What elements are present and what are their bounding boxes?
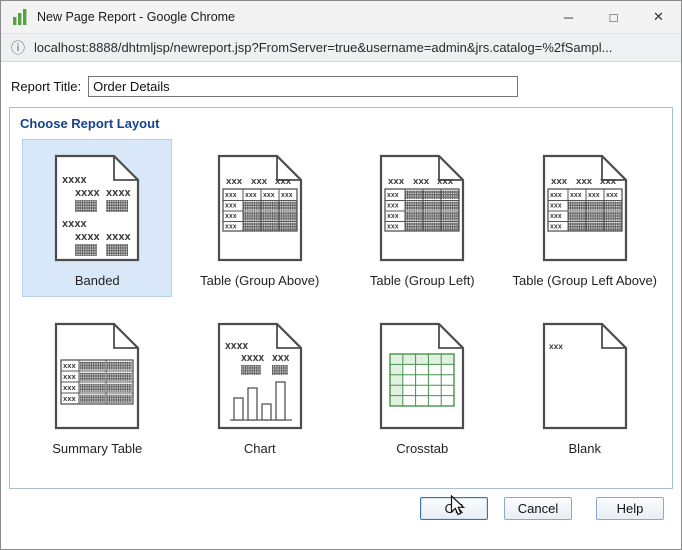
svg-text:XXX: XXX bbox=[63, 397, 76, 403]
blank-layout-icon: XXX bbox=[539, 320, 631, 432]
address-bar: ⓘ localhost:8888/dhtmljsp/newreport.jsp?… bbox=[1, 34, 681, 62]
help-button[interactable]: Help bbox=[596, 497, 664, 520]
svg-text:XXXX: XXXX bbox=[75, 189, 101, 198]
layout-group-legend: Choose Report Layout bbox=[20, 116, 666, 131]
svg-text:XXX: XXX bbox=[550, 214, 562, 220]
report-title-label: Report Title: bbox=[11, 79, 81, 94]
maximize-button[interactable]: □ bbox=[591, 1, 636, 33]
svg-text:XXX: XXX bbox=[275, 178, 292, 186]
report-title-input[interactable] bbox=[88, 76, 518, 97]
svg-text:XXX: XXX bbox=[225, 225, 237, 231]
layout-option-table-group-left[interactable]: XXX XXX XXX XXX XXX XXX XXX Table (Group Lef… bbox=[347, 139, 497, 297]
svg-text:XXX: XXX bbox=[387, 193, 399, 199]
crosstab-layout-icon bbox=[376, 320, 468, 432]
svg-text:XXX: XXX bbox=[281, 193, 293, 199]
close-button[interactable]: ✕ bbox=[636, 1, 681, 33]
svg-text:XXX: XXX bbox=[387, 214, 399, 220]
svg-text:XXX: XXX bbox=[272, 354, 290, 363]
layout-option-label: Summary Table bbox=[52, 441, 142, 456]
svg-text:XXX: XXX bbox=[225, 193, 237, 199]
svg-text:XXX: XXX bbox=[388, 178, 405, 186]
layout-option-table-group-above[interactable]: XXX XXX XXX XXX XXX XXX XXX XXX XXX XXX Table (… bbox=[185, 139, 335, 297]
page-url: localhost:8888/dhtmljsp/newreport.jsp?Fr… bbox=[34, 40, 612, 55]
layout-option-blank[interactable]: XXX Blank bbox=[510, 307, 660, 465]
svg-text:XXX: XXX bbox=[251, 178, 268, 186]
table-group-left-above-layout-icon: XXX XXX XXX XXX XXX XXX XXX XXX XXX XXX bbox=[539, 152, 631, 264]
layout-options-grid: XXXX XXXX XXXX XXXX XXXX XXXX Banded bbox=[16, 139, 666, 465]
banded-layout-icon: XXXX XXXX XXXX XXXX XXXX XXXX bbox=[51, 152, 143, 264]
svg-text:XXX: XXX bbox=[549, 344, 563, 351]
layout-option-summary-table[interactable]: XXX XXX XXX XXX Summary Table bbox=[22, 307, 172, 465]
layout-option-banded[interactable]: XXXX XXXX XXXX XXXX XXXX XXXX Banded bbox=[22, 139, 172, 297]
layout-option-label: Table (Group Left Above) bbox=[512, 273, 657, 288]
svg-text:XXXX: XXXX bbox=[75, 233, 101, 242]
dialog-buttons: OK Cancel Help bbox=[9, 497, 673, 520]
layout-option-table-group-left-above[interactable]: XXX XXX XXX XXX XXX XXX XXX XXX XXX XXX Table (… bbox=[510, 139, 660, 297]
svg-text:XXX: XXX bbox=[387, 225, 399, 231]
cancel-button[interactable]: Cancel bbox=[504, 497, 572, 520]
svg-text:XXX: XXX bbox=[551, 178, 568, 186]
svg-text:XXX: XXX bbox=[437, 178, 454, 186]
report-title-row: Report Title: bbox=[11, 76, 671, 97]
table-group-left-layout-icon: XXX XXX XXX XXX XXX XXX XXX bbox=[376, 152, 468, 264]
layout-option-chart[interactable]: XXXX XXXXXXX Chart bbox=[185, 307, 335, 465]
svg-text:XXXX: XXXX bbox=[106, 233, 132, 242]
svg-text:XXXX: XXXX bbox=[62, 220, 88, 229]
svg-text:XXX: XXX bbox=[588, 193, 600, 199]
dialog-content: Report Title: Choose Report Layout XXXX … bbox=[1, 62, 681, 520]
new-page-report-dialog: New Page Report - Google Chrome ─ □ ✕ ⓘ … bbox=[0, 0, 682, 550]
svg-text:XXX: XXX bbox=[63, 364, 76, 370]
svg-text:XXX: XXX bbox=[263, 193, 275, 199]
svg-text:XXX: XXX bbox=[226, 178, 243, 186]
layout-option-label: Table (Group Left) bbox=[370, 273, 475, 288]
svg-text:XXX: XXX bbox=[570, 193, 582, 199]
svg-text:XXX: XXX bbox=[387, 204, 399, 210]
svg-text:XXX: XXX bbox=[63, 375, 76, 381]
svg-text:XXX: XXX bbox=[600, 178, 617, 186]
svg-text:XXX: XXX bbox=[576, 178, 593, 186]
svg-text:XXX: XXX bbox=[413, 178, 430, 186]
minimize-button[interactable]: ─ bbox=[546, 1, 591, 33]
layout-option-crosstab[interactable]: Crosstab bbox=[347, 307, 497, 465]
svg-text:XXXX: XXXX bbox=[225, 342, 248, 351]
svg-text:XXX: XXX bbox=[245, 193, 257, 199]
layout-option-label: Table (Group Above) bbox=[200, 273, 319, 288]
ok-button[interactable]: OK bbox=[420, 497, 488, 520]
window-controls: ─ □ ✕ bbox=[546, 1, 681, 33]
svg-text:XXX: XXX bbox=[225, 214, 237, 220]
layout-option-label: Blank bbox=[568, 441, 601, 456]
svg-text:XXXX: XXXX bbox=[241, 354, 264, 363]
svg-text:XXX: XXX bbox=[225, 204, 237, 210]
window-titlebar: New Page Report - Google Chrome ─ □ ✕ bbox=[1, 1, 681, 34]
svg-text:XXXX: XXXX bbox=[106, 189, 132, 198]
svg-text:XXXX: XXXX bbox=[62, 176, 88, 185]
svg-text:XXX: XXX bbox=[550, 204, 562, 210]
layout-option-label: Crosstab bbox=[396, 441, 448, 456]
window-title: New Page Report - Google Chrome bbox=[37, 10, 546, 24]
layout-option-label: Banded bbox=[75, 273, 120, 288]
table-group-above-layout-icon: XXX XXX XXX XXX XXX XXX XXX XXX XXX XXX bbox=[214, 152, 306, 264]
svg-text:XXX: XXX bbox=[606, 193, 618, 199]
svg-text:XXX: XXX bbox=[550, 225, 562, 231]
jreport-logo-icon bbox=[11, 8, 29, 26]
choose-report-layout-group: Choose Report Layout XXXX XXXX XXXX XXXX bbox=[9, 107, 673, 489]
site-info-icon[interactable]: ⓘ bbox=[11, 38, 25, 58]
chart-layout-icon: XXXX XXXXXXX bbox=[214, 320, 306, 432]
svg-text:XXX: XXX bbox=[63, 386, 76, 392]
layout-option-label: Chart bbox=[244, 441, 276, 456]
svg-text:XXX: XXX bbox=[550, 193, 562, 199]
summary-table-layout-icon: XXX XXX XXX XXX bbox=[51, 320, 143, 432]
